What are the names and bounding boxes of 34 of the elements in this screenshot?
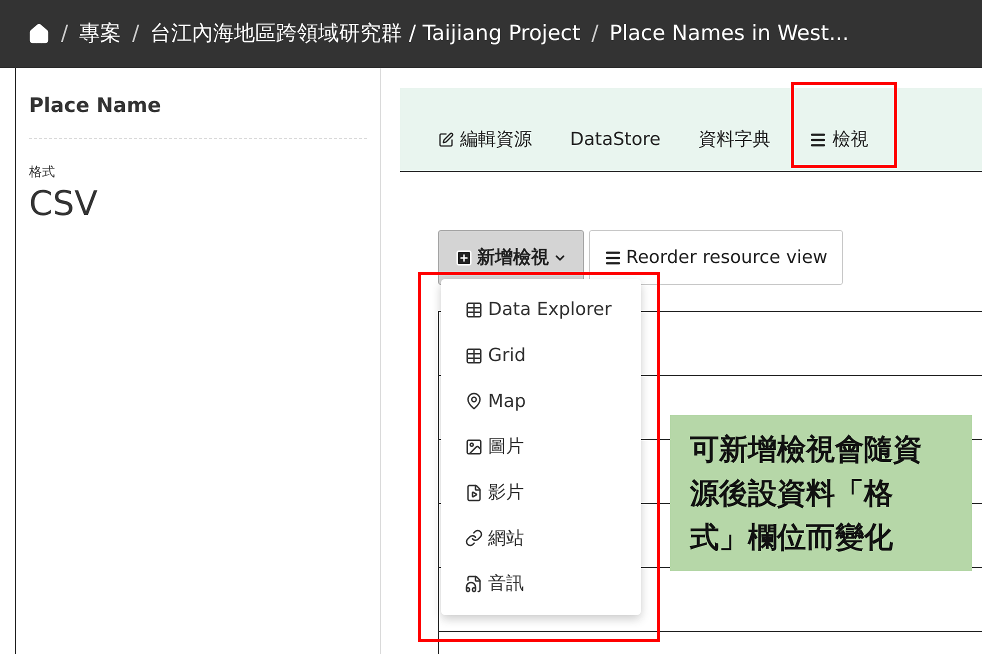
link-icon [465, 529, 483, 548]
reorder-button[interactable]: Reorder resource view [589, 230, 843, 285]
field-value: CSV [29, 182, 99, 225]
plus-icon [455, 248, 473, 266]
video-file-icon [465, 484, 483, 502]
breadcrumb-separator: / [132, 20, 140, 48]
menu-icon [808, 130, 827, 148]
table-icon [465, 346, 483, 365]
tab[interactable]: 檢視 [808, 126, 869, 153]
tab[interactable]: 編輯資源 [438, 126, 532, 153]
breadcrumb-link[interactable]: 專案 [79, 18, 122, 50]
home-icon[interactable] [28, 23, 50, 45]
image-icon [465, 438, 483, 456]
breadcrumb-link[interactable]: Place Names in West... [609, 18, 849, 50]
map-pin-icon [465, 392, 483, 410]
menu-icon [604, 248, 622, 266]
menu-item[interactable]: 音訊 [441, 561, 641, 607]
menu-item[interactable]: Grid [441, 332, 641, 378]
tab[interactable]: DataStore [570, 126, 661, 153]
menu-item[interactable]: 圖片 [441, 424, 641, 470]
edit-icon [438, 132, 454, 148]
sidebar-title: Place Name [29, 90, 367, 139]
menu-item[interactable]: Data Explorer [441, 287, 641, 333]
tab[interactable]: 資料字典 [698, 126, 771, 153]
note-box: 可新增檢視會隨資源後設資料「格式」欄位而變化 [670, 415, 972, 571]
audio-file-icon [465, 574, 483, 593]
field-label: 格式 [29, 164, 56, 182]
table-icon [465, 300, 483, 319]
breadcrumb-separator: / [61, 20, 68, 48]
menu-item[interactable]: Map [441, 378, 641, 424]
menu-item[interactable]: 影片 [441, 470, 641, 516]
menu-item[interactable]: 網站 [441, 515, 641, 562]
breadcrumb-link[interactable]: 台江內海地區跨領域研究群 / Taijiang Project [150, 18, 580, 50]
breadcrumb-separator: / [591, 20, 598, 48]
